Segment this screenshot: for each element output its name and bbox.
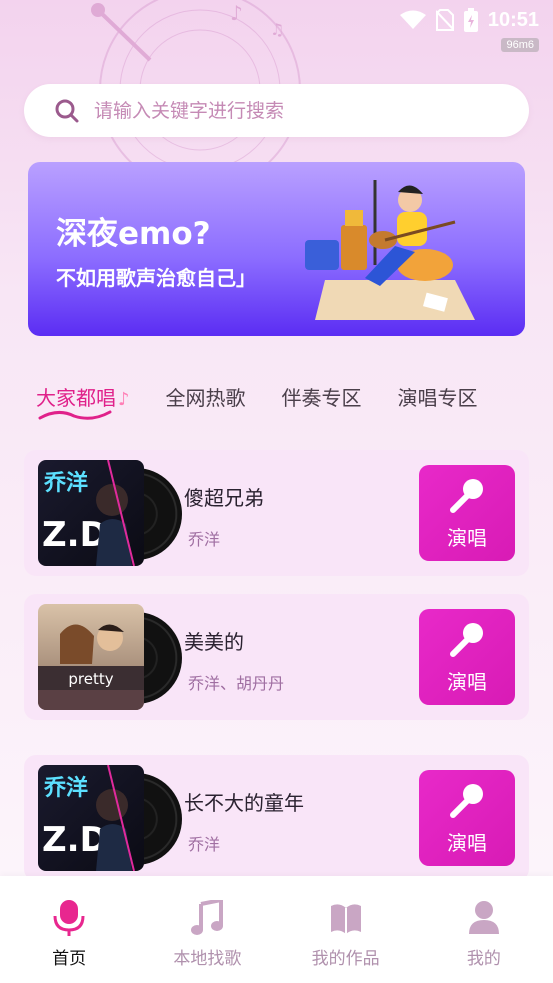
svg-text:乔洋: 乔洋 <box>43 470 88 496</box>
song-artist: 乔洋、胡丹丹 <box>188 674 285 693</box>
bottom-nav: 首页 本地找歌 我的作品 我的 <box>0 876 553 983</box>
nav-label: 本地找歌 <box>173 949 242 969</box>
status-bar: 10:51 <box>0 0 553 40</box>
song-card[interactable]: 乔洋 Z.D 长不大的童年 乔洋 演唱 <box>24 755 529 881</box>
battery-icon <box>463 8 478 32</box>
status-badge: 96m6 <box>501 38 539 52</box>
tab-hot-songs[interactable]: 全网热歌 <box>166 382 246 411</box>
song-cover: 乔洋 Z.D <box>38 460 182 568</box>
sing-button[interactable]: 演唱 <box>419 465 515 561</box>
banner-subtitle: 不如用歌声治愈自己」 <box>56 266 256 290</box>
guitar-player-illustration <box>305 180 475 320</box>
nav-label: 我的作品 <box>311 949 380 969</box>
album-cover: 乔洋 Z.D <box>38 460 144 566</box>
song-artist: 乔洋 <box>188 530 221 549</box>
search-input[interactable] <box>94 99 494 122</box>
song-title: 长不大的童年 <box>184 791 304 815</box>
svg-text:pretty: pretty <box>68 670 113 688</box>
song-title: 傻超兄弟 <box>184 486 264 510</box>
album-cover: 乔洋 Z.D <box>38 765 144 871</box>
nav-my-works[interactable]: 我的作品 <box>286 900 406 983</box>
nav-profile[interactable]: 我的 <box>424 900 544 983</box>
sing-button-label: 演唱 <box>447 830 487 855</box>
search-bar[interactable] <box>24 84 529 137</box>
category-tabs: 大家都唱 ♪ 全网热歌 伴奏专区 演唱专区 <box>36 382 526 427</box>
tab-performance[interactable]: 演唱专区 <box>398 382 478 411</box>
user-icon <box>468 901 499 934</box>
search-icon <box>55 99 79 122</box>
no-sim-icon <box>435 9 454 31</box>
song-cover: 乔洋 Z.D <box>38 765 182 873</box>
song-card[interactable]: pretty 美美的 乔洋、胡丹丹 演唱 <box>24 594 529 720</box>
nav-local-songs[interactable]: 本地找歌 <box>147 900 267 983</box>
microphone-icon <box>53 900 85 936</box>
sing-button-label: 演唱 <box>447 669 487 694</box>
tab-accompaniment[interactable]: 伴奏专区 <box>282 382 362 411</box>
music-note-icon: ♪ <box>118 389 130 410</box>
sing-button-label: 演唱 <box>447 525 487 550</box>
song-card[interactable]: 乔洋 Z.D 傻超兄弟 乔洋 演唱 <box>24 450 529 576</box>
microphone-icon <box>450 478 483 513</box>
sing-button[interactable]: 演唱 <box>419 770 515 866</box>
svg-text:乔洋: 乔洋 <box>43 775 88 801</box>
song-title: 美美的 <box>184 630 244 654</box>
microphone-icon <box>450 783 483 818</box>
book-icon <box>330 904 361 934</box>
tab-everyone-sings[interactable]: 大家都唱 ♪ <box>36 382 130 420</box>
sing-button[interactable]: 演唱 <box>419 609 515 705</box>
status-time: 10:51 <box>487 8 539 31</box>
tab-underline <box>38 410 112 420</box>
album-cover: pretty <box>38 604 144 710</box>
wifi-icon <box>399 10 426 29</box>
nav-home[interactable]: 首页 <box>9 900 129 983</box>
song-cover: pretty <box>38 604 182 712</box>
banner-title: 深夜emo? <box>56 216 211 252</box>
promo-banner[interactable]: 深夜emo? 不如用歌声治愈自己」 <box>28 162 525 336</box>
song-artist: 乔洋 <box>188 835 221 854</box>
microphone-icon <box>450 622 483 657</box>
nav-label: 我的 <box>466 949 501 969</box>
music-note-icon <box>191 900 224 935</box>
nav-label: 首页 <box>52 949 87 969</box>
